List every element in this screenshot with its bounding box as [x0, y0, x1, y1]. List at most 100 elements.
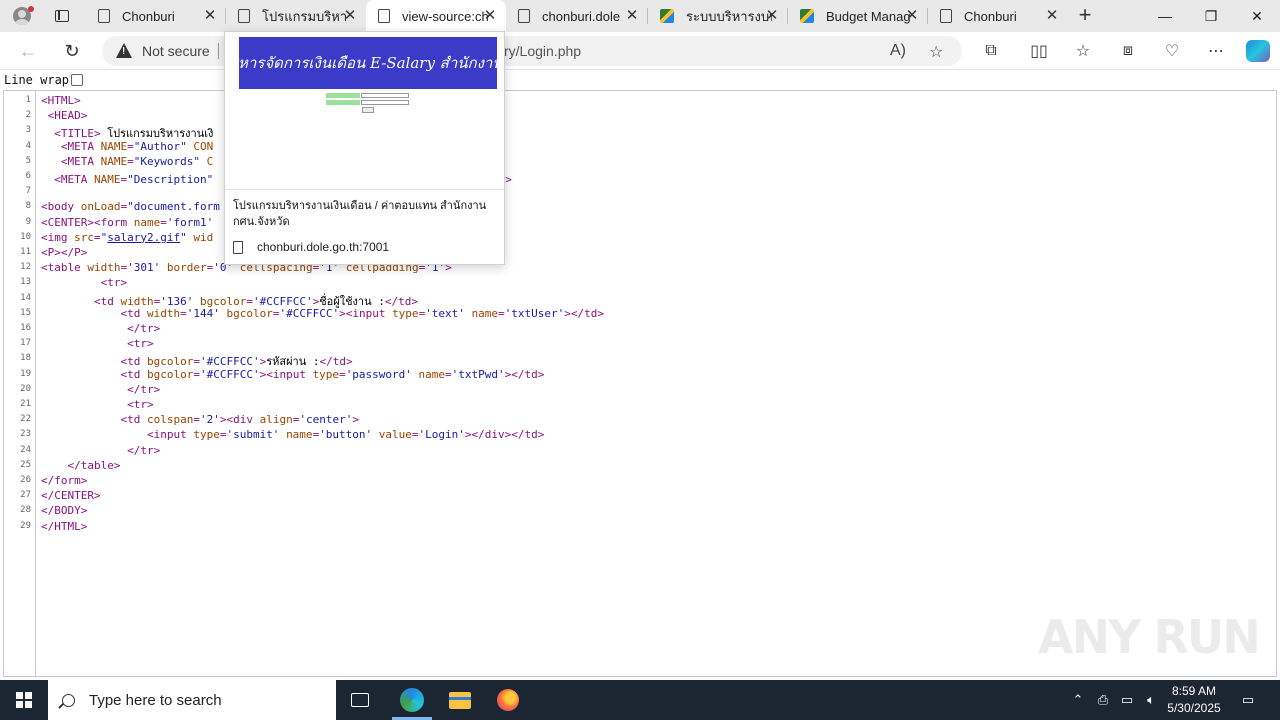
preview-user-label: [326, 93, 360, 98]
notification-dot: [28, 6, 34, 12]
source-line: <body onLoad="document.form: [41, 200, 220, 214]
close-window-button[interactable]: ✕: [1234, 0, 1280, 32]
tab-budget-system[interactable]: ระบบบริหารงบป ✕: [648, 0, 788, 32]
tab-label: ระบบบริหารงบป: [686, 8, 772, 24]
collections-icon[interactable]: ⧈: [1117, 40, 1139, 62]
line-number: 13: [20, 277, 31, 288]
profile-button[interactable]: [0, 0, 44, 32]
page-icon: [940, 9, 952, 23]
tab-budget-manag[interactable]: Budget Manag ✕: [788, 0, 928, 32]
tab-view-source[interactable]: view-source:ch ✕: [366, 0, 506, 32]
windows-logo-icon: [16, 692, 32, 708]
close-icon[interactable]: ✕: [342, 8, 358, 24]
favorite-star-icon[interactable]: ☆: [929, 42, 943, 62]
extensions-icon[interactable]: ⧉: [980, 40, 1002, 62]
line-number: 10: [20, 231, 31, 242]
tab-actions-button[interactable]: [44, 0, 80, 32]
new-tab-button[interactable]: +: [1072, 4, 1098, 28]
anyrun-watermark: ANY RUN: [1038, 610, 1261, 664]
notifications-icon[interactable]: ▭: [1234, 680, 1262, 720]
line-number: 22: [20, 414, 31, 425]
line-number: 15: [20, 307, 31, 318]
restore-button[interactable]: ❐: [1188, 0, 1234, 32]
clock[interactable]: 8:59 AM 5/30/2025: [1160, 683, 1228, 717]
source-line: <td width='144' bgcolor='#CCFFCC'><input…: [120, 306, 605, 320]
source-line: <HTML>: [41, 94, 81, 107]
line-number: 2: [25, 110, 31, 121]
file-explorer-button[interactable]: [436, 680, 484, 720]
security-label[interactable]: Not secure: [142, 43, 210, 59]
tab-actions-icon: [55, 10, 69, 22]
sheets-icon: [660, 9, 674, 23]
line-number: 28: [20, 505, 31, 516]
line-number: 21: [20, 399, 31, 409]
copilot-icon[interactable]: [1246, 40, 1270, 62]
favorites-icon[interactable]: ☆: [1072, 40, 1094, 62]
tab-chonburi-2[interactable]: Chonburi ✕: [928, 0, 1068, 32]
tab-strip-left: [0, 0, 84, 32]
edge-taskbar-button[interactable]: [388, 680, 436, 720]
close-icon[interactable]: ✕: [1044, 8, 1060, 24]
close-icon[interactable]: ✕: [904, 8, 920, 24]
device-icon[interactable]: ⎙: [1092, 680, 1114, 720]
source-view[interactable]: 1 2 3 4 5 6 7 8 9 10 11 12 13 14 15 16 17 18 19 20 21 22 23 24 2…: [3, 90, 1277, 677]
split-screen-icon[interactable]: ▯▯: [1028, 40, 1050, 62]
search-icon: [62, 693, 75, 707]
preview-user-input: [361, 93, 409, 98]
line-number: 7: [25, 186, 31, 197]
more-menu-icon[interactable]: ⋯: [1205, 40, 1227, 62]
tab-chonburi[interactable]: Chonburi ✕: [86, 0, 226, 32]
task-view-button[interactable]: [336, 680, 384, 720]
line-number: 6: [25, 171, 31, 181]
network-icon[interactable]: ▭: [1116, 680, 1138, 720]
tab-label: Chonburi: [964, 8, 1017, 24]
search-placeholder: Type here to search: [89, 691, 222, 709]
tab-label: view-source:ch: [402, 8, 488, 24]
show-hidden-icons[interactable]: ⌃: [1068, 680, 1088, 720]
url-separator: [217, 43, 219, 59]
source-line: </table>: [67, 458, 121, 472]
line-number: 16: [20, 323, 31, 333]
read-aloud-icon[interactable]: A): [890, 42, 906, 60]
refresh-button[interactable]: ↻: [58, 38, 86, 64]
page-icon: [238, 9, 250, 23]
close-icon[interactable]: ✕: [202, 8, 218, 24]
line-number: 27: [20, 490, 31, 501]
clock-date: 5/30/2025: [1167, 701, 1221, 715]
preview-pass-label: [326, 100, 360, 105]
line-number: 26: [20, 475, 31, 485]
line-number: 11: [20, 247, 31, 257]
line-number: 23: [20, 429, 31, 440]
taskbar-search[interactable]: Type here to search: [48, 680, 336, 720]
line-wrap-checkbox[interactable]: [71, 74, 83, 86]
line-number: 18: [20, 353, 31, 364]
line-number: 25: [20, 459, 31, 470]
line-number: 5: [25, 155, 31, 166]
tab-chonburi-dole[interactable]: chonburi.dole ✕: [506, 0, 648, 32]
page-icon: [98, 9, 110, 23]
source-line: </tr>: [127, 443, 161, 457]
url-text[interactable]: ry/Login.php: [504, 43, 581, 59]
back-button[interactable]: ←: [14, 38, 42, 64]
minimize-button[interactable]: —: [1142, 0, 1188, 32]
performance-icon[interactable]: ♡: [1161, 40, 1183, 62]
source-line: <tr>: [127, 337, 154, 351]
close-icon[interactable]: ✕: [624, 8, 640, 24]
source-line: </HTML>: [41, 519, 88, 533]
close-icon[interactable]: ✕: [764, 8, 780, 24]
hover-title: โปรแกรมบริหารงานเงินเดือน / ค่าตอบแทน สำ…: [233, 200, 487, 228]
source-line: <tr>: [127, 398, 154, 411]
tab-salary-program[interactable]: โปรแกรมบริหารง ✕: [226, 0, 366, 32]
page-icon: [518, 9, 530, 23]
line-number: 8: [25, 201, 31, 212]
firefox-button[interactable]: [484, 680, 532, 720]
volume-icon[interactable]: 🔈︎: [1140, 680, 1162, 720]
source-line: <HEAD>: [47, 109, 88, 123]
navigation-bar: ← ↻ Not secure ry/Login.php A) ☆ ⧉ ▯▯ ☆ …: [0, 32, 1280, 70]
source-line: <td colspan='2'><div align='center'>: [120, 413, 359, 427]
line-number: 24: [20, 444, 31, 455]
tab-label: โปรแกรมบริหารง: [262, 8, 348, 24]
close-icon[interactable]: ✕: [482, 8, 498, 24]
line-number: 9: [25, 216, 31, 227]
start-button[interactable]: [0, 680, 48, 720]
